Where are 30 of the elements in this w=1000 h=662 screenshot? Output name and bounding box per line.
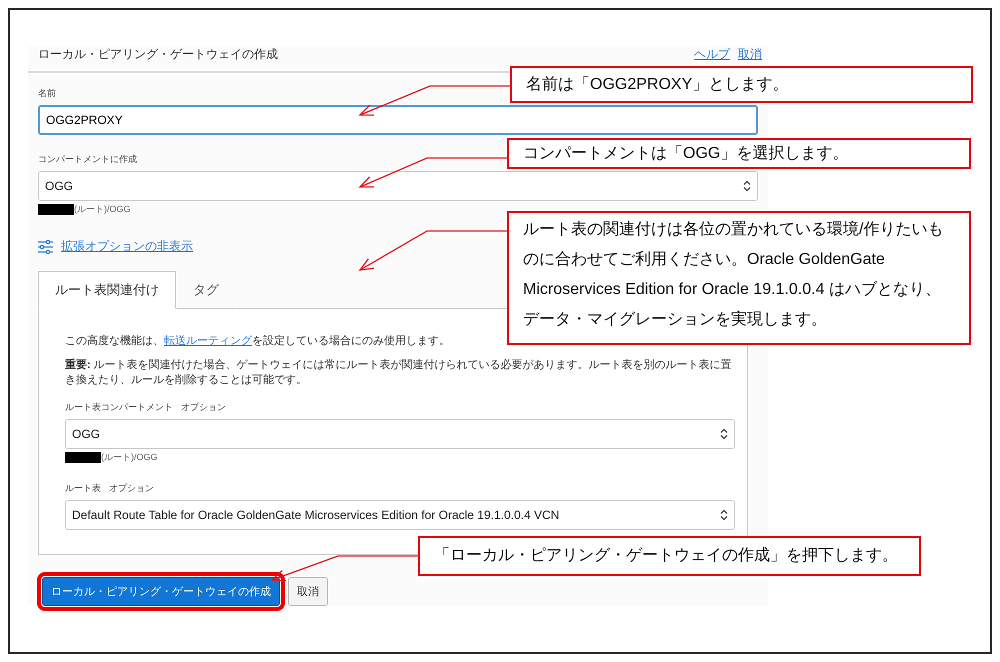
compartment-select[interactable]: OGG [38, 171, 758, 201]
name-input[interactable]: OGG2PROXY [38, 105, 758, 135]
route-compartment-select[interactable]: OGG [65, 418, 735, 449]
optional-label: オプション [109, 482, 154, 495]
sliders-icon [38, 240, 53, 254]
chevron-icon [720, 428, 728, 440]
redaction-bar [38, 204, 74, 215]
header-link[interactable]: 取消 [738, 46, 762, 63]
callout-text: コンパートメントは「OGG」を選択します。 [507, 138, 971, 169]
panel-title: ローカル・ピアリング・ゲートウェイの作成 [38, 46, 278, 63]
callout-text: ルート表の関連付けは各位の置かれている環境/作りたいものに合わせてご利用ください。Oracle GoldenGate Microservices Edition for Oracle 19.1.0.0.4 はハブとなり、データ・マイグレーションを実現します。 [507, 211, 971, 345]
field-label: ルート表 [65, 482, 101, 495]
field-label: 名前 [38, 87, 56, 100]
callout-text: 名前は「OGG2PROXY」とします。 [510, 66, 973, 103]
advanced-options-link[interactable]: 拡張オプションの非表示 [61, 238, 193, 255]
compartment-path: (ルート)/OGG [101, 450, 158, 464]
tab[interactable]: ルート表関連付け [38, 271, 176, 309]
field-label: ルート表コンパートメント [65, 400, 173, 414]
compartment-path: (ルート)/OGG [74, 203, 130, 216]
route-table-select[interactable]: Default Route Table for Oracle GoldenGate Microservices Edition for Oracle 19.1.0.0.4 VCN [65, 500, 735, 530]
note-text: 重要: ルート表を関連付けた場合、ゲートウェイには常にルート表が関連付けられている必要があります。ルート表を別のルート表に置き換えたり、ルールを削除することは可能です。 [65, 358, 733, 388]
chevron-icon [720, 508, 728, 521]
optional-label: オプション [181, 400, 226, 414]
field-label: コンパートメントに作成 [38, 153, 137, 166]
redaction-bar [65, 452, 101, 463]
routing-link[interactable]: 転送ルーティング [164, 335, 252, 347]
header-link[interactable]: ヘルプ [694, 46, 730, 63]
callout-text: 「ローカル・ピアリング・ゲートウェイの作成」を押下します。 [418, 536, 921, 576]
chevron-icon [743, 180, 751, 192]
cancel-button[interactable]: 取消 [288, 576, 328, 606]
